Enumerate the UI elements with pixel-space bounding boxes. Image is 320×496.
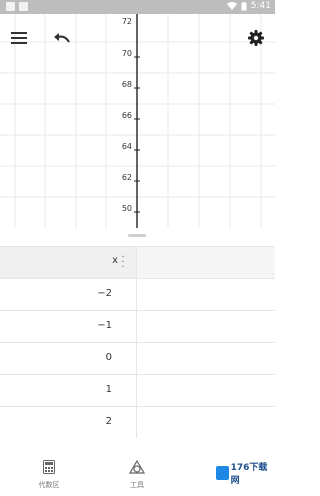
wifi-icon [226,2,237,10]
table-cell-x[interactable]: 1 [106,384,112,395]
status-indicators: 5:41 [226,1,271,11]
notification-icons [6,2,28,11]
table-cell-x[interactable]: −1 [97,320,112,331]
nav-label: 代数区 [38,481,60,489]
watermark-text: 176下载网 [230,463,268,486]
table-cell-x[interactable]: 0 [106,352,112,363]
watermark-logo-icon [216,466,229,480]
y-axis-tick-label: 64 [121,142,132,151]
table-of-values: x · · · −2 −1 0 1 2 [0,246,275,446]
table-header-cell[interactable]: x · · · [0,247,136,278]
table-header-row: x · · · [0,246,275,278]
battery-icon [241,1,247,10]
table-cell-x[interactable]: 2 [106,416,112,427]
graph-grid [0,14,275,228]
table-row[interactable]: 2 [0,406,275,438]
undo-icon [54,33,70,43]
watermark-logo: 176下载网 [212,460,272,486]
y-axis-tick-label: 68 [121,80,132,89]
calculator-icon [43,460,55,474]
status-bar: 5:41 [0,0,275,14]
nav-label: 工具 [130,481,144,489]
nav-item-algebra[interactable]: 代数区 [24,459,74,490]
y-axis-tick-label: 72 [121,17,132,26]
y-axis-tick-label: 62 [121,173,132,182]
table-row[interactable]: 1 [0,374,275,406]
panel-drag-handle[interactable] [128,234,146,237]
nav-item-tools[interactable]: 工具 [112,459,162,490]
y-axis-tick-label: 66 [121,111,132,120]
notification-icon [6,2,15,11]
geometry-tools-icon [128,459,146,474]
status-time: 5:41 [250,1,271,11]
table-row[interactable]: −1 [0,310,275,342]
y-axis-tick-label: 50 [121,204,132,213]
notification-icon [19,2,28,11]
y-axis-tick-label: 70 [121,49,132,58]
gear-icon [248,30,264,46]
menu-icon [11,32,27,44]
column-options-icon[interactable]: · · · [120,253,126,273]
table-cell-x[interactable]: −2 [97,288,112,299]
graphing-view[interactable]: 72 70 68 66 64 62 50 [0,14,275,228]
table-row[interactable]: −2 [0,278,275,310]
table-row[interactable]: 0 [0,342,275,374]
column-header-x: x [112,255,118,266]
